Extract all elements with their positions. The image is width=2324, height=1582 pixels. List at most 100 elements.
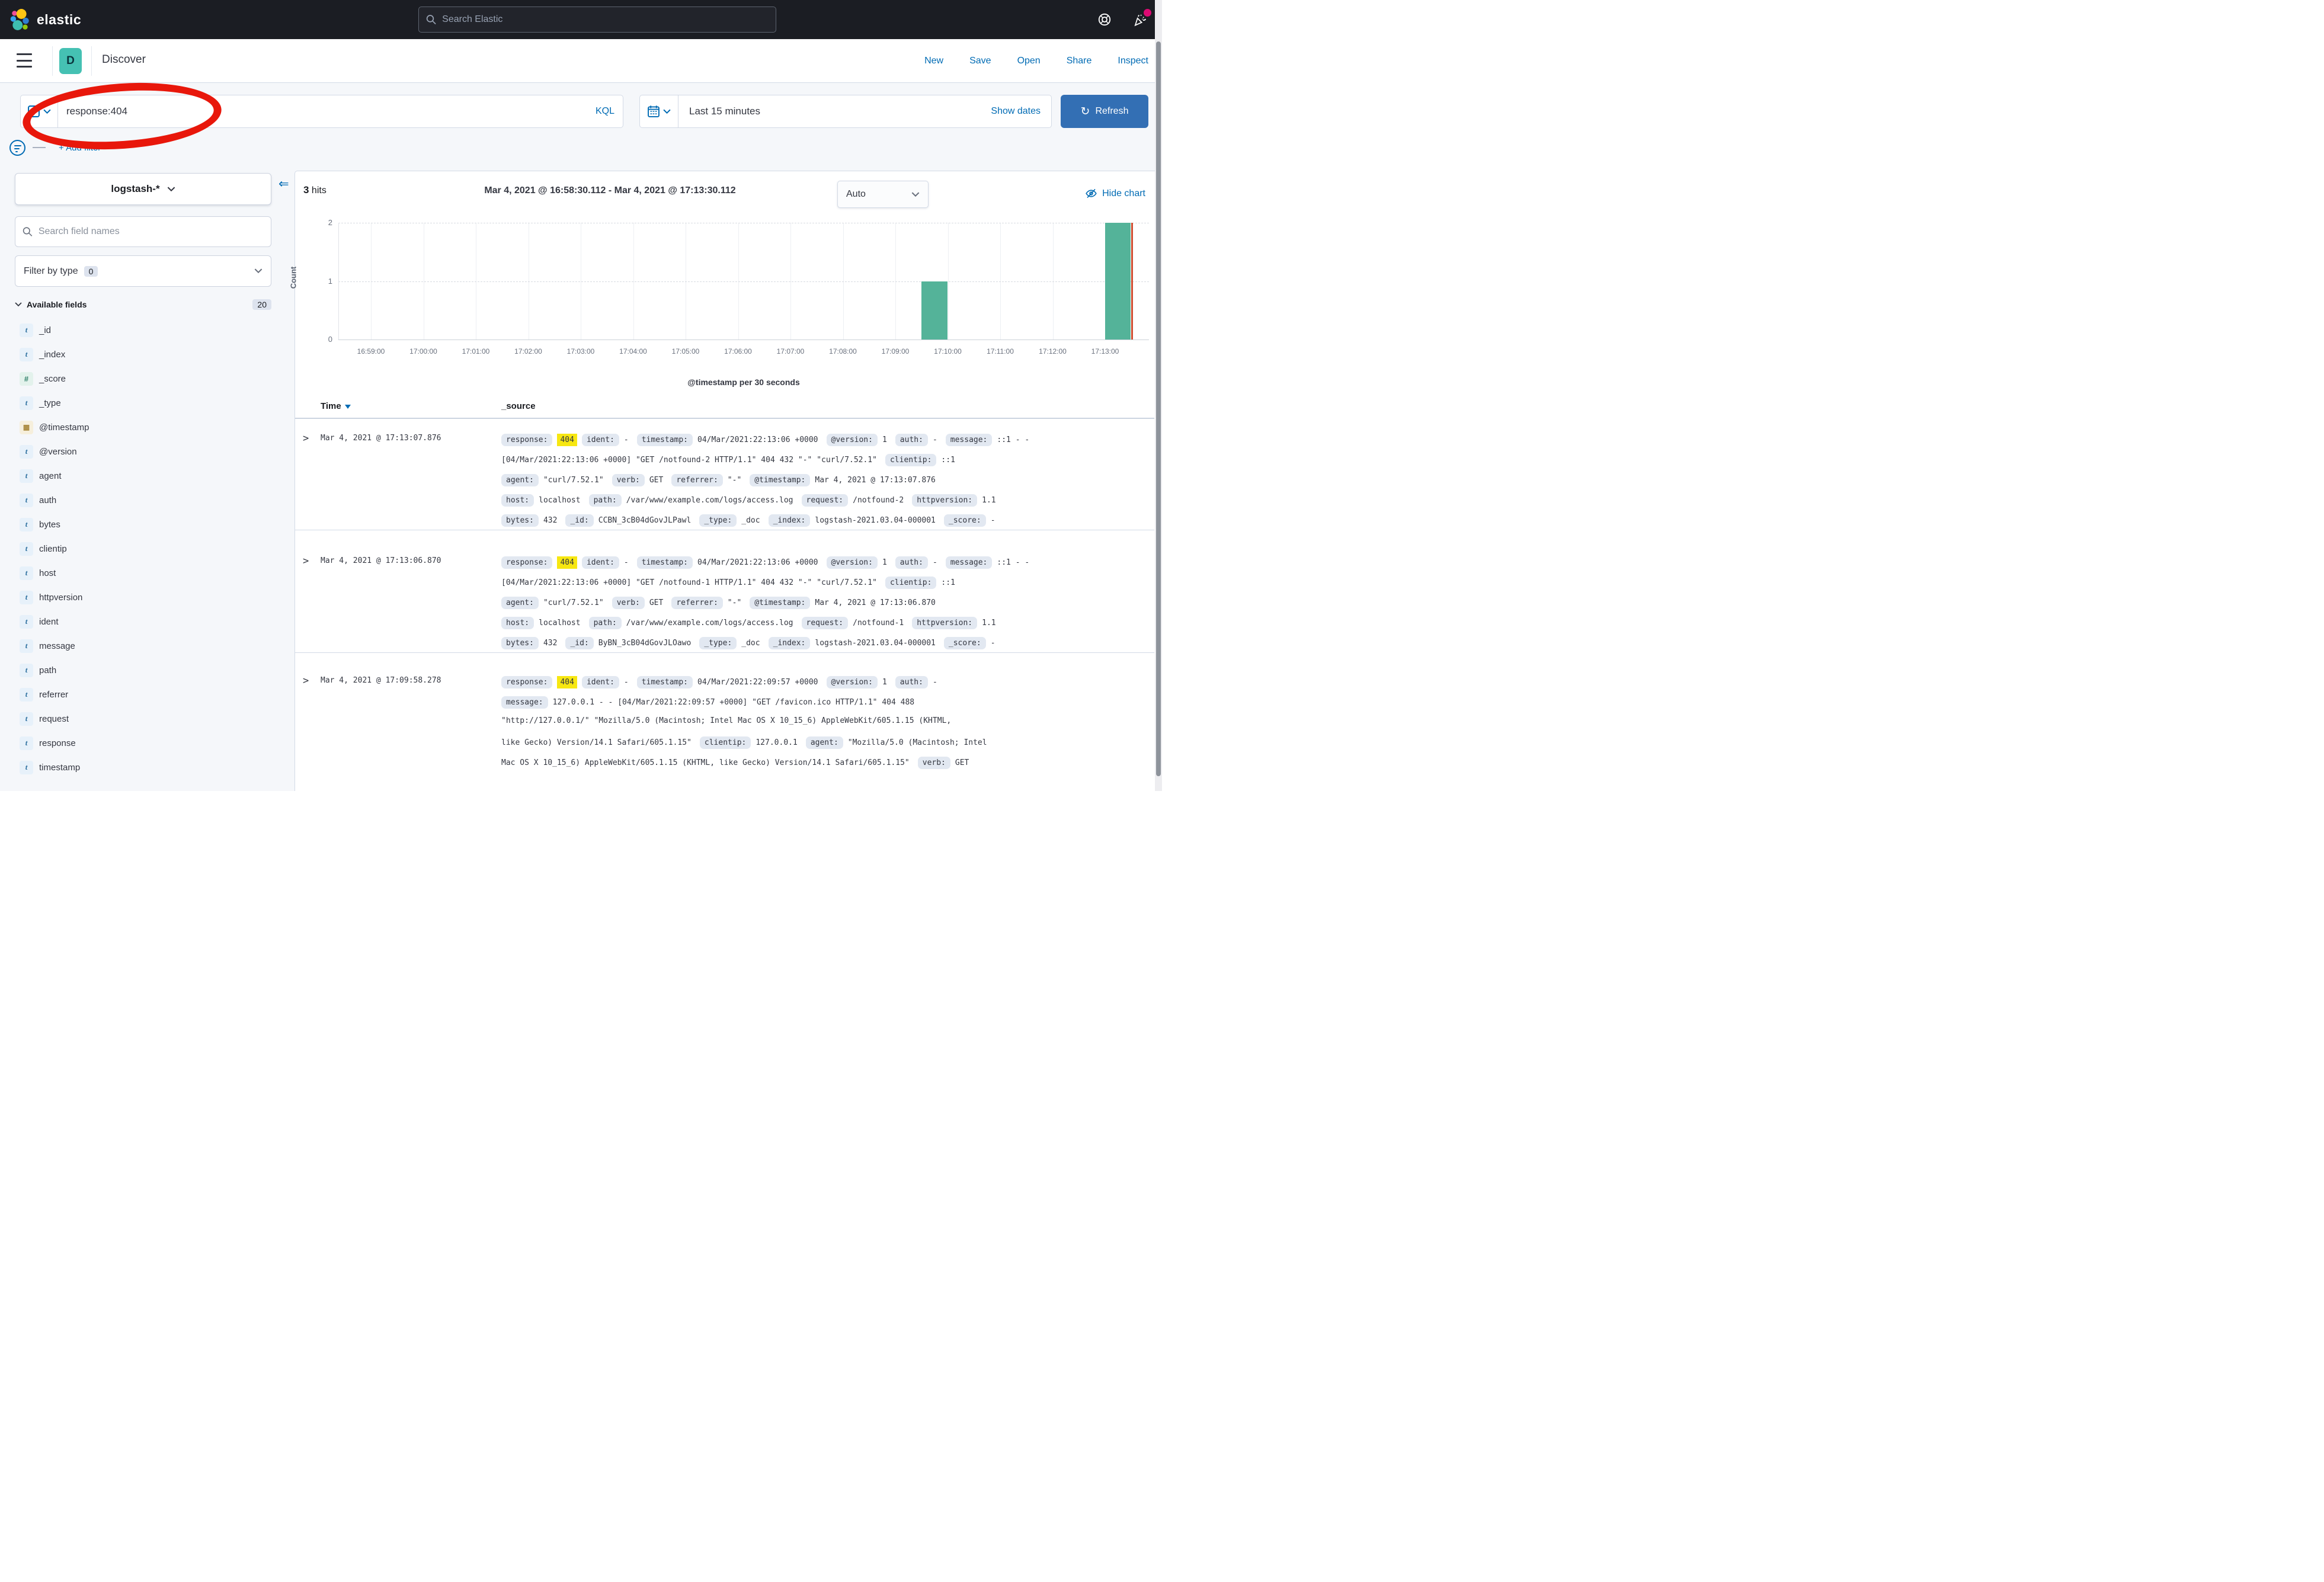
help-icon[interactable] bbox=[1097, 12, 1112, 27]
available-fields-header[interactable]: Available fields 20 bbox=[15, 299, 271, 310]
field-value: _doc bbox=[741, 516, 760, 525]
field-item-agent[interactable]: tagent bbox=[15, 467, 62, 485]
field-label: referrer bbox=[39, 690, 68, 700]
field-item-clientip[interactable]: tclientip bbox=[15, 540, 67, 558]
field-item-host[interactable]: thost bbox=[15, 564, 56, 582]
field-label: ident bbox=[39, 617, 59, 627]
nav-action-share[interactable]: Share bbox=[1067, 56, 1092, 66]
field-name-badge: ident: bbox=[582, 434, 619, 446]
field-item-auth[interactable]: tauth bbox=[15, 491, 56, 509]
field-item-request[interactable]: trequest bbox=[15, 710, 69, 728]
field-value: - bbox=[991, 639, 995, 648]
field-item-timestamp[interactable]: ttimestamp bbox=[15, 758, 80, 776]
field-item-response[interactable]: tresponse bbox=[15, 734, 76, 752]
nav-action-open[interactable]: Open bbox=[1017, 56, 1041, 66]
expand-row-icon[interactable]: > bbox=[303, 555, 309, 567]
field-item-_id[interactable]: t_id bbox=[15, 321, 51, 339]
show-dates-button[interactable]: Show dates bbox=[991, 106, 1041, 117]
doc-source-line: response:404ident:-timestamp:04/Mar/2021… bbox=[501, 676, 946, 690]
calendar-icon bbox=[647, 105, 660, 118]
field-name-badge: _score: bbox=[944, 514, 986, 527]
doc-timestamp: Mar 4, 2021 @ 17:13:07.876 bbox=[321, 434, 441, 443]
field-value: GET bbox=[649, 598, 663, 607]
type-filter-count-badge: 0 bbox=[84, 266, 98, 277]
filter-by-type-dropdown[interactable]: Filter by type 0 bbox=[15, 255, 271, 287]
doc-source-line: Mac OS X 10_15_6) AppleWebKit/605.1.15 (… bbox=[501, 757, 977, 770]
query-input[interactable]: response:404 KQL bbox=[58, 95, 623, 128]
field-name-badge: verb: bbox=[612, 474, 645, 486]
text-field-icon: t bbox=[20, 639, 33, 653]
nav-action-new[interactable]: New bbox=[924, 56, 943, 66]
nav-action-inspect[interactable]: Inspect bbox=[1118, 56, 1148, 66]
field-value: "http://127.0.0.1/" "Mozilla/5.0 (Macint… bbox=[501, 716, 951, 725]
scrollbar-thumb[interactable] bbox=[1156, 41, 1161, 776]
text-field-icon: t bbox=[20, 688, 33, 702]
date-picker-calendar-button[interactable] bbox=[639, 95, 678, 128]
add-filter-button[interactable]: + Add filter bbox=[59, 143, 101, 153]
field-value: /var/www/example.com/logs/access.log bbox=[626, 496, 793, 505]
elastic-logo[interactable]: elastic bbox=[9, 8, 81, 31]
index-pattern-selector[interactable]: logstash-* bbox=[15, 173, 271, 205]
field-search-input[interactable] bbox=[39, 226, 264, 237]
expand-row-icon[interactable]: > bbox=[303, 433, 309, 444]
query-language-button[interactable]: KQL bbox=[596, 106, 614, 117]
field-item-_index[interactable]: t_index bbox=[15, 345, 65, 363]
field-name-badge: response: bbox=[501, 434, 552, 446]
field-name-badge: host: bbox=[501, 494, 534, 507]
field-label: path bbox=[39, 665, 56, 675]
time-range-control: Last 15 minutes Show dates bbox=[678, 95, 1052, 128]
discover-app-badge[interactable]: D bbox=[59, 48, 82, 74]
time-range-value[interactable]: Last 15 minutes bbox=[689, 105, 991, 117]
doc-source-line: host:localhostpath:/var/www/example.com/… bbox=[501, 494, 1004, 508]
results-panel: 3 hits Mar 4, 2021 @ 16:58:30.112 - Mar … bbox=[294, 171, 1162, 791]
highlighted-value: 404 bbox=[557, 434, 577, 446]
field-value: [04/Mar/2021:22:13:06 +0000] "GET /notfo… bbox=[501, 578, 877, 587]
field-item-ident[interactable]: tident bbox=[15, 613, 59, 630]
field-value: like Gecko) Version/14.1 Safari/605.1.15… bbox=[501, 738, 692, 747]
field-name-badge: clientip: bbox=[885, 577, 936, 589]
field-name-badge: auth: bbox=[895, 556, 928, 569]
text-field-icon: t bbox=[20, 615, 33, 629]
refresh-button[interactable]: ↻ Refresh bbox=[1061, 95, 1148, 128]
divider bbox=[52, 46, 53, 76]
global-search[interactable] bbox=[418, 7, 776, 33]
menu-hamburger-icon[interactable] bbox=[17, 53, 32, 68]
field-item-httpversion[interactable]: t httpversion bbox=[15, 588, 82, 606]
highlighted-value: 404 bbox=[557, 676, 577, 688]
doc-timestamp: Mar 4, 2021 @ 17:09:58.278 bbox=[321, 676, 441, 685]
field-name-badge: clientip: bbox=[885, 454, 936, 466]
query-text[interactable]: response:404 bbox=[66, 105, 596, 117]
field-name-badge: httpversion: bbox=[912, 494, 977, 507]
global-search-input[interactable] bbox=[442, 14, 769, 25]
saved-query-menu-button[interactable] bbox=[20, 95, 58, 128]
field-search[interactable] bbox=[15, 216, 271, 247]
field-item-_score[interactable]: #_score bbox=[15, 370, 66, 388]
field-item-@timestamp[interactable]: ▦@timestamp bbox=[15, 418, 89, 436]
nav-actions: New Save Open Share Inspect bbox=[924, 39, 1148, 83]
text-field-icon: t bbox=[20, 591, 33, 604]
filter-menu-icon[interactable] bbox=[9, 140, 25, 156]
field-item-path[interactable]: tpath bbox=[15, 661, 56, 679]
field-name-badge: @version: bbox=[827, 556, 878, 569]
field-label: message bbox=[39, 641, 75, 651]
field-label: _index bbox=[39, 350, 65, 360]
expand-row-icon[interactable]: > bbox=[303, 675, 309, 687]
field-name-badge: @version: bbox=[827, 676, 878, 688]
field-name-badge: _type: bbox=[699, 514, 737, 527]
field-name-badge: auth: bbox=[895, 434, 928, 446]
field-label: _id bbox=[39, 325, 51, 335]
field-value: Mar 4, 2021 @ 17:13:07.876 bbox=[815, 476, 936, 485]
field-name-badge: _index: bbox=[769, 637, 811, 649]
collapse-sidebar-icon[interactable]: ⇐ bbox=[279, 177, 289, 191]
field-value: - bbox=[624, 558, 629, 567]
field-item-referrer[interactable]: t referrer bbox=[15, 686, 68, 703]
newsfeed-party-popper-icon[interactable] bbox=[1132, 12, 1148, 27]
field-label: response bbox=[39, 738, 76, 748]
field-item-bytes[interactable]: tbytes bbox=[15, 515, 60, 533]
field-item-message[interactable]: t message bbox=[15, 637, 75, 655]
field-label: httpversion bbox=[39, 593, 82, 603]
field-item-@version[interactable]: t@version bbox=[15, 443, 77, 460]
nav-action-save[interactable]: Save bbox=[969, 56, 991, 66]
field-item-_type[interactable]: t_type bbox=[15, 394, 61, 412]
text-field-icon: t bbox=[20, 396, 33, 410]
